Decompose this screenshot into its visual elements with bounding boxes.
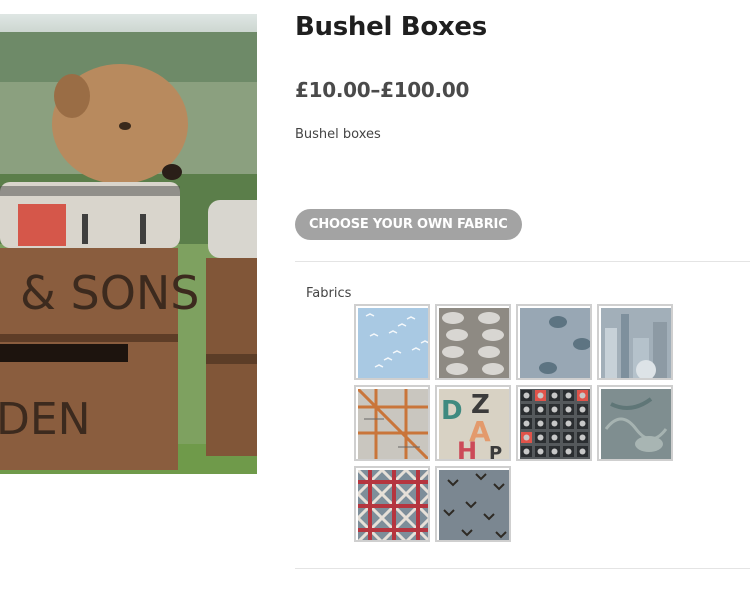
fabric-swatch-union-jack[interactable] [354, 466, 430, 542]
fabric-swatch-seagulls[interactable] [354, 304, 430, 380]
svg-text:D: D [441, 396, 463, 426]
fabric-thumbnail [358, 470, 428, 540]
price-range: £10.00–£100.00 [295, 78, 470, 102]
product-image[interactable]: & SONS DEN [0, 14, 257, 474]
short-description: Bushel boxes [295, 127, 381, 142]
product-title: Bushel Boxes [295, 12, 487, 42]
fabric-thumbnail [601, 308, 671, 378]
svg-text:P: P [489, 443, 502, 459]
fabric-swatch-postage-stamps[interactable] [516, 385, 592, 461]
fabric-thumbnail [358, 389, 428, 459]
crate-text-2: DEN [0, 394, 91, 445]
fabric-thumbnail: DZAHP [439, 389, 509, 459]
fabric-swatch-swallows[interactable] [435, 466, 511, 542]
choose-fabric-button[interactable]: CHOOSE YOUR OWN FABRIC [295, 209, 522, 240]
fabric-thumbnail [439, 308, 509, 378]
fabric-swatch-alphabet[interactable]: DZAHP [435, 385, 511, 461]
fabric-swatch-tube-map[interactable] [354, 385, 430, 461]
fabric-swatch-toile-birds[interactable] [597, 385, 673, 461]
fabric-swatch-sheep[interactable] [435, 304, 511, 380]
crate-text-1: & SONS [20, 266, 200, 320]
fabric-thumbnail [520, 308, 590, 378]
divider [295, 568, 750, 569]
svg-text:H: H [457, 437, 477, 459]
fabric-thumbnail [601, 389, 671, 459]
fabric-thumbnail [520, 389, 590, 459]
fabric-thumbnail [439, 470, 509, 540]
fabric-swatch-city-skyline[interactable] [597, 304, 673, 380]
fabric-swatch-pigs[interactable] [516, 304, 592, 380]
fabrics-label: Fabrics [306, 286, 352, 301]
fabric-thumbnail [358, 308, 428, 378]
divider [295, 261, 750, 262]
